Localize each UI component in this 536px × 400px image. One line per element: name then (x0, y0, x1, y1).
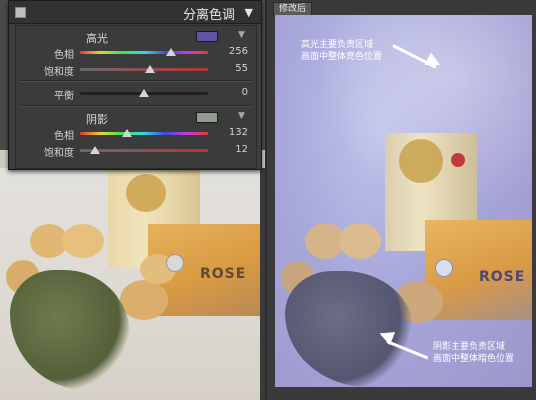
shadows-color-swatch[interactable] (196, 112, 218, 123)
after-photo: ROSE 高光主要负责区域 画面中整体亮色位置 阴影主要负责区域 画面中整体暗色… (275, 15, 532, 387)
after-tab[interactable]: 修改后 (273, 2, 313, 16)
highlight-annotation-line2: 画面中整体亮色位置 (301, 52, 383, 62)
after-view: 修改后 ROSE 高光主要负责区域 画面中整体亮色位置 阴影主要负责区域 画面中… (267, 0, 536, 400)
shadows-saturation-value[interactable]: 12 (226, 144, 248, 155)
highlights-hue-slider[interactable] (165, 48, 176, 56)
balance-value[interactable]: 0 (226, 87, 248, 98)
shadows-hue-track[interactable] (80, 132, 208, 135)
highlights-saturation-label: 饱和度 (44, 67, 74, 78)
shadows-hue-value[interactable]: 132 (226, 127, 248, 138)
shadows-picker-arrow-icon[interactable]: ▼ (238, 111, 245, 121)
highlights-hue-label: 色相 (54, 50, 74, 61)
brooch (435, 259, 453, 277)
split-toning-panel: 分离色调 ▼ 高光 ▼ 色相 256 饱和度 55 平衡 0 阴影 ▼ 色相 1… (8, 0, 262, 170)
section-divider (20, 105, 252, 107)
dried-rose (120, 280, 168, 320)
soap-box-label: ROSE (200, 266, 247, 282)
shadows-hue-slider[interactable] (122, 129, 133, 137)
soap-box-label: ROSE (479, 269, 526, 285)
highlights-saturation-slider[interactable] (145, 65, 156, 73)
dried-rose (339, 223, 381, 259)
panel-title: 分离色调 (182, 8, 235, 23)
highlights-hue-track[interactable] (80, 51, 208, 54)
highlights-saturation-value[interactable]: 55 (226, 63, 248, 74)
before-view: ROSE 分离色调 ▼ 高光 ▼ 色相 256 饱和度 55 平衡 0 阴影 ▼… (0, 0, 265, 400)
shadow-annotation: 阴影主要负责区域 画面中整体暗色位置 (433, 341, 514, 365)
dried-leaves (10, 270, 130, 390)
shadows-saturation-slider[interactable] (90, 146, 101, 154)
shadow-annotation-line2: 画面中整体暗色位置 (433, 354, 515, 364)
before-photo: ROSE (0, 168, 260, 400)
dried-rose (62, 224, 104, 258)
panel-header[interactable]: 分离色调 ▼ (9, 1, 261, 24)
highlight-annotation-line1: 高光主要负责区域 (301, 40, 374, 50)
highlights-picker-arrow-icon[interactable]: ▼ (238, 30, 245, 40)
shadows-label: 阴影 (86, 113, 108, 126)
dried-leaves (285, 271, 415, 387)
brooch (166, 254, 184, 272)
highlights-label: 高光 (86, 32, 108, 45)
balance-slider[interactable] (139, 89, 149, 97)
highlights-color-swatch[interactable] (196, 31, 218, 42)
standing-box-fruit (399, 139, 443, 183)
panel-toggle-icon[interactable] (15, 7, 26, 18)
highlights-hue-value[interactable]: 256 (226, 46, 248, 57)
collapse-arrow-icon[interactable]: ▼ (245, 6, 253, 19)
shadows-hue-label: 色相 (54, 131, 74, 142)
standing-box-fruit (126, 174, 166, 212)
shadows-saturation-label: 饱和度 (44, 148, 74, 159)
highlight-annotation: 高光主要负责区域 画面中整体亮色位置 (301, 39, 382, 63)
section-divider (20, 80, 252, 82)
balance-label: 平衡 (54, 91, 74, 102)
shadow-annotation-line1: 阴影主要负责区域 (433, 342, 506, 352)
panel-body: 高光 ▼ 色相 256 饱和度 55 平衡 0 阴影 ▼ 色相 132 饱和度 … (15, 25, 257, 169)
berry (451, 153, 465, 167)
highlights-saturation-track[interactable] (80, 68, 208, 71)
